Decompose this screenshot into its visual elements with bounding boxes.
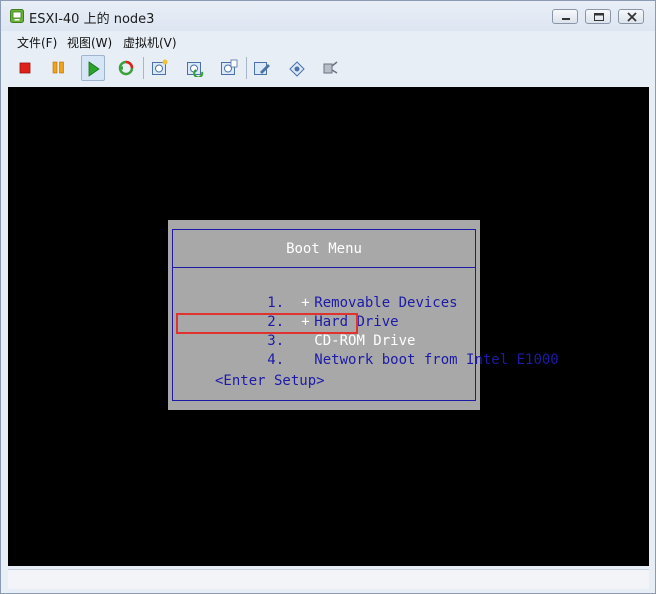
menu-bar: 文件(F) 视图(W) 虚拟机(V) [1,31,655,53]
title-bar: ESXI-40 上的 node3 [1,1,655,31]
close-button[interactable] [618,9,644,24]
maximize-button[interactable] [585,9,611,24]
reset-icon [118,60,134,76]
boot-menu-divider [173,267,475,268]
usb-icon [323,61,338,74]
edit-settings-icon [254,62,270,75]
suspend-icon [52,61,64,74]
snapshot-icon [152,59,168,75]
boot-option-label: Network boot from Intel E1000 [314,352,559,368]
vm-console-icon [10,9,24,23]
reset-button[interactable] [114,55,138,81]
window-title: ESXI-40 上的 node3 [29,12,155,27]
console-window: ESXI-40 上的 node3 文件(F) 视图(W) 虚拟机(V) Boot… [0,0,656,594]
suspend-button[interactable] [47,55,71,81]
power-on-icon [88,61,100,77]
snapshot-manager-icon [221,59,238,75]
network-icon [289,61,305,77]
selection-highlight [176,313,358,334]
power-off-button[interactable] [14,55,38,81]
network-button[interactable] [285,55,309,81]
status-bar [8,569,649,589]
revert-snapshot-button[interactable] [183,55,207,81]
power-off-icon [19,62,31,74]
revert-snapshot-icon [187,62,204,77]
minimize-button[interactable] [552,9,578,24]
restore-icon [594,13,604,21]
boot-option-prefix [301,352,314,368]
close-icon [627,12,637,22]
snapshot-manager-button[interactable] [217,55,241,81]
snapshot-button[interactable] [148,55,172,81]
minimize-icon [562,18,570,20]
boot-menu-frame: Boot Menu 1. + Removable Devices 2. + Hard D… [172,229,559,401]
menu-view[interactable]: 视图(W) [67,34,112,51]
boot-option-number: 4. [267,352,285,368]
power-on-button[interactable] [81,55,105,81]
toolbar [1,53,655,83]
menu-file[interactable]: 文件(F) [17,34,57,51]
toolbar-separator [143,57,144,79]
vm-console-screen[interactable]: Boot Menu 1. + Removable Devices 2. + Hard D… [8,87,649,566]
edit-settings-button[interactable] [250,55,274,81]
enter-setup-option[interactable]: <Enter Setup> [215,373,325,389]
boot-menu: Boot Menu 1. + Removable Devices 2. + Hard D… [168,220,559,410]
toolbar-separator [246,57,247,79]
boot-menu-title: Boot Menu [286,241,362,257]
usb-button[interactable] [318,55,342,81]
menu-vm[interactable]: 虚拟机(V) [123,34,177,51]
